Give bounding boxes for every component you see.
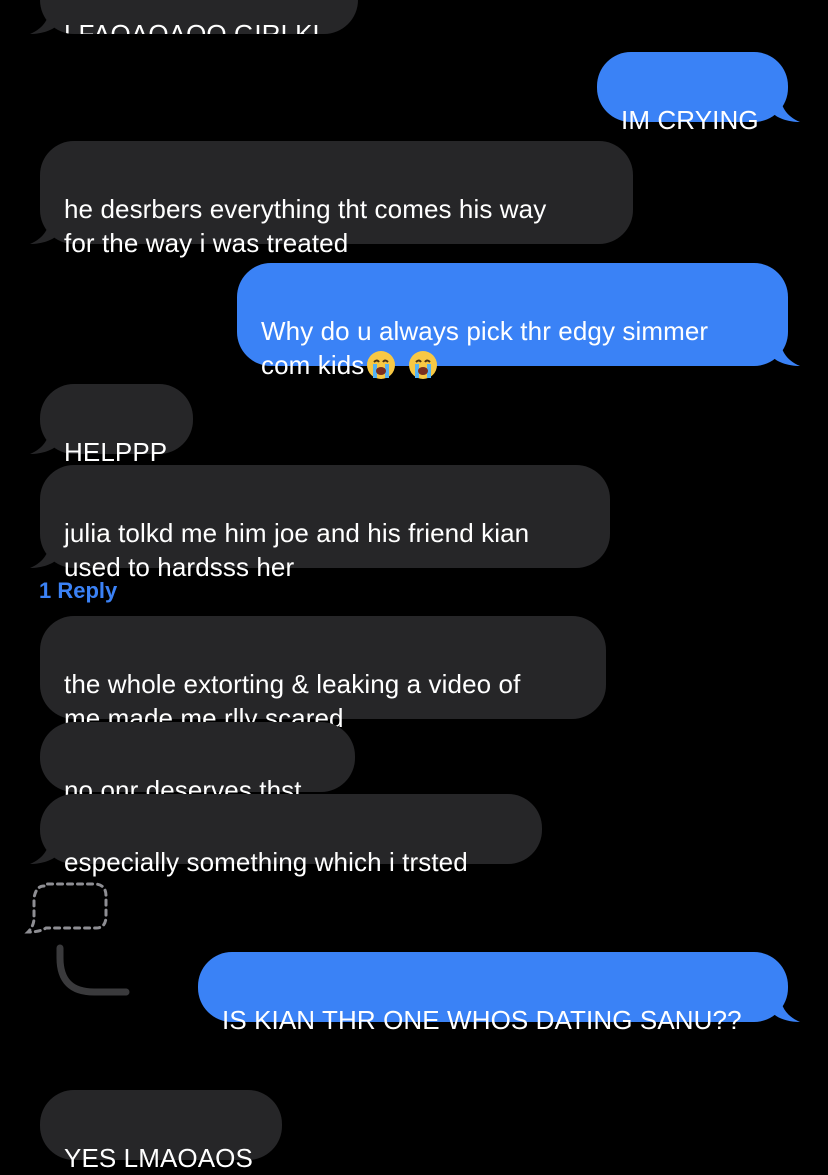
bubble-tail bbox=[30, 214, 58, 244]
thread-reply-link[interactable]: 1 Reply bbox=[39, 577, 117, 605]
bubble-tail bbox=[30, 424, 58, 454]
message-bubble-outgoing[interactable]: IS KIAN THR ONE WHOS DATING SANU?? bbox=[198, 952, 788, 1035]
message-bubble-outgoing[interactable]: IM CRYING bbox=[597, 52, 788, 135]
bubble-tail bbox=[30, 834, 58, 864]
message-text: he desrbers everything tht comes his way… bbox=[64, 194, 547, 258]
message-bubble-incoming[interactable]: julia tolkd me him joe and his friend ki… bbox=[40, 465, 610, 582]
message-bubble-incoming[interactable]: the whole extorting & leaking a video of… bbox=[40, 616, 606, 733]
message-text: HELPPP bbox=[64, 437, 168, 467]
bubble-tail bbox=[30, 4, 58, 34]
message-bubble-incoming[interactable]: LFAOAOAOO GIRLKL bbox=[40, 0, 358, 34]
message-bubble-outgoing[interactable]: Why do u always pick thr edgy simmer com… bbox=[237, 263, 788, 380]
message-bubble-incoming[interactable]: he desrbers everything tht comes his way… bbox=[40, 141, 633, 258]
message-text: LFAOAOAOO GIRLKL bbox=[64, 19, 328, 34]
message-text: especially something which i trsted bbox=[64, 847, 468, 877]
loudly-crying-face-emoji-icon bbox=[409, 351, 438, 379]
message-bubble-incoming[interactable]: YES LMAOAOS bbox=[40, 1090, 282, 1173]
message-bubble-incoming[interactable]: no onr deserves thst bbox=[40, 722, 355, 805]
thread-reply-icon[interactable] bbox=[22, 876, 134, 1000]
loudly-crying-face-emoji-icon bbox=[367, 351, 396, 379]
message-bubble-incoming[interactable]: especially something which i trsted bbox=[40, 794, 542, 877]
message-text: Why do u always pick thr edgy simmer com… bbox=[261, 316, 709, 380]
message-bubble-incoming[interactable]: HELPPP bbox=[40, 384, 193, 467]
bubble-tail bbox=[772, 992, 800, 1022]
bubble-tail bbox=[772, 92, 800, 122]
message-text: IM CRYING bbox=[621, 105, 759, 135]
message-text: julia tolkd me him joe and his friend ki… bbox=[64, 518, 530, 582]
message-text: IS KIAN THR ONE WHOS DATING SANU?? bbox=[222, 1005, 742, 1035]
bubble-tail bbox=[772, 336, 800, 366]
bubble-tail bbox=[30, 538, 58, 568]
